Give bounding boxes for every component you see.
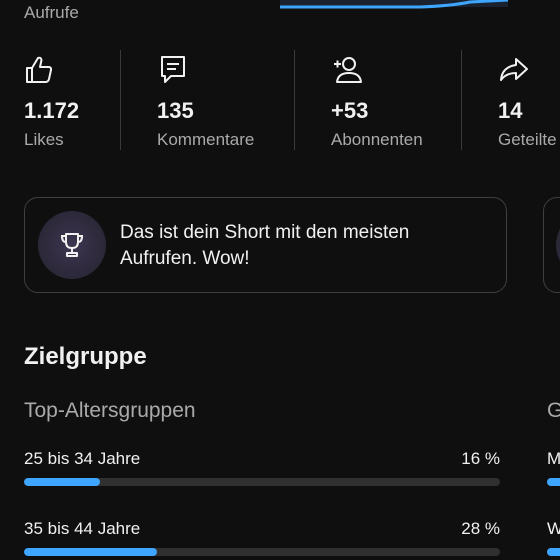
stat-subscribers-label: Abonnenten [331,130,423,149]
stat-shares-value: 14 [498,98,523,123]
stat-likes-value: 1.172 [24,98,80,123]
age-group-percent: 16 % [461,449,500,468]
next-panel-bar-peek [547,548,560,556]
age-group-label: 35 bis 44 Jahre [24,519,141,538]
age-groups-title: Top-Altersgruppen [24,399,196,422]
age-group-label: 25 bis 34 Jahre [24,449,141,468]
engagement-stats: 1.172 Likes 135 Kommentare +53 Abonnente… [0,50,560,150]
highlight-card[interactable]: Das ist dein Short mit den meisten Aufru… [24,197,507,293]
next-panel-row-peek: W [547,519,560,538]
age-group-bar-fill [24,548,158,556]
age-group-bar-track [24,478,500,486]
age-group-row: 35 bis 44 Jahre 28 % [24,519,500,559]
stat-comments-label: Kommentare [157,130,255,149]
age-group-bar-track [24,548,500,556]
stat-divider [294,50,295,150]
next-panel-row-peek: M [547,449,560,468]
stat-comments-value: 135 [157,98,194,123]
age-group-bar-fill [24,478,101,486]
age-group-percent: 28 % [461,519,500,538]
stat-likes-label: Likes [24,130,64,149]
thumbs-up-icon [26,56,53,83]
views-chart-line [280,0,509,9]
next-card-peek[interactable] [543,197,560,293]
comment-icon [161,56,185,83]
trophy-icon [60,233,84,257]
highlight-card-text: Das ist dein Short mit den meisten Aufru… [120,222,410,269]
stat-divider [120,50,121,150]
audience-section-title: Zielgruppe [24,343,147,370]
next-panel-title-peek: G [547,399,560,422]
stat-divider [461,50,462,150]
add-person-icon [334,57,362,83]
trophy-badge [38,211,106,279]
age-group-row: 25 bis 34 Jahre 16 % [24,449,500,489]
next-card-badge [556,211,560,279]
stat-shares-label: Geteilte [498,130,557,149]
views-label: Aufrufe [24,3,79,22]
next-panel-bar-peek [547,478,560,486]
share-icon [500,58,528,81]
stat-subscribers-value: +53 [331,98,369,123]
analytics-page: Aufrufe 1.172 Likes 135 Kommentare +53 A… [0,0,560,560]
